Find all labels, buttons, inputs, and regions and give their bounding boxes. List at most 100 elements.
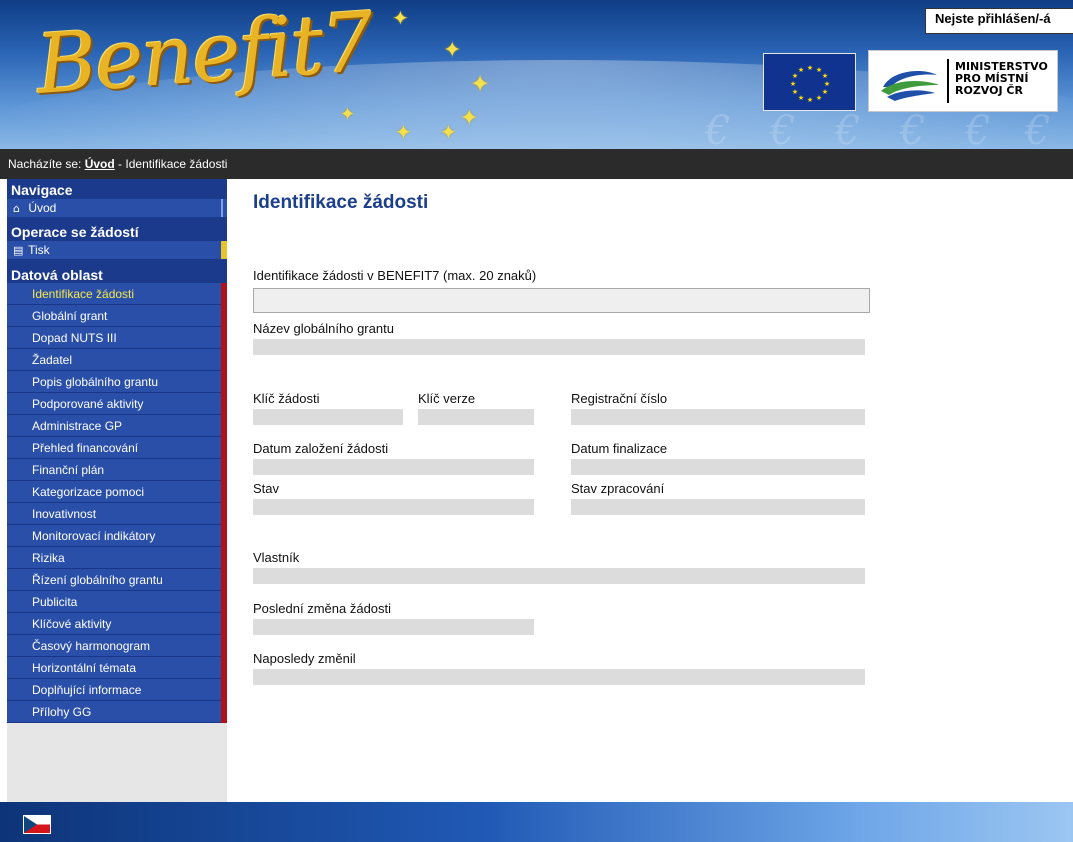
ministry-name: MINISTERSTVO PRO MÍSTNÍ ROZVOJ ČR bbox=[955, 60, 1048, 97]
svg-text:★: ★ bbox=[822, 72, 828, 80]
star-icon: ✦ bbox=[470, 70, 491, 98]
header-banner: ✦ ✦ ✦ ✦ ✦ ✦ ✦ € € € € € € Benefit7 ★ ★ ★ ★… bbox=[0, 0, 1073, 149]
star-icon: ✦ bbox=[460, 106, 479, 131]
sidebar-item-label: Kategorizace pomoci bbox=[32, 485, 145, 499]
sidebar-item-rizeni[interactable]: Řízení globálního grantu bbox=[7, 569, 227, 591]
euro-watermark-icon: € bbox=[835, 108, 861, 149]
sidebar-item-label: Monitorovací indikátory bbox=[32, 529, 156, 543]
sidebar-item-label: Klíčové aktivity bbox=[32, 617, 112, 631]
sidebar-item-home[interactable]: ⌂ Úvod bbox=[7, 199, 227, 217]
footer bbox=[0, 802, 1073, 842]
naposledy-zmenil-label: Naposledy změnil bbox=[253, 651, 356, 666]
sidebar-item-label: Dopad NUTS III bbox=[32, 331, 117, 345]
klic-zadosti-label: Klíč žádosti bbox=[253, 391, 320, 406]
svg-text:★: ★ bbox=[790, 80, 796, 88]
sidebar-item-prilohy[interactable]: Přílohy GG bbox=[7, 701, 227, 723]
breadcrumb-home-link[interactable]: Úvod bbox=[85, 157, 115, 171]
sidebar-item-identifikace[interactable]: Identifikace žádosti bbox=[7, 283, 227, 305]
vlastnik-label: Vlastník bbox=[253, 550, 300, 565]
sidebar-item-label: Administrace GP bbox=[32, 419, 123, 433]
breadcrumb: Nacházíte se: Úvod - Identifikace žádost… bbox=[0, 149, 1073, 179]
klic-verze-value bbox=[418, 409, 534, 425]
sidebar-item-popis[interactable]: Popis globálního grantu bbox=[7, 371, 227, 393]
posledni-zmena-label: Poslední změna žádosti bbox=[253, 601, 392, 616]
klic-zadosti-value bbox=[253, 409, 403, 425]
main-content: Identifikace žádosti Identifikace žádost… bbox=[227, 179, 1073, 802]
home-icon: ⌂ bbox=[13, 202, 20, 215]
klic-verze-label: Klíč verze bbox=[418, 391, 476, 406]
sidebar-section-navigace: Navigace bbox=[7, 179, 227, 199]
breadcrumb-prefix: Nacházíte se: bbox=[8, 157, 85, 171]
sidebar-item-label: Žadatel bbox=[32, 353, 73, 367]
page-title: Identifikace žádosti bbox=[253, 192, 429, 213]
star-icon: ✦ bbox=[340, 104, 356, 125]
identifikace-label: Identifikace žádosti v BENEFIT7 (max. 20… bbox=[253, 268, 537, 283]
eu-flag-logo: ★ ★ ★ ★ ★ ★ ★ ★ ★ ★ ★ ★ bbox=[763, 53, 856, 111]
sidebar-item-indikatory[interactable]: Monitorovací indikátory bbox=[7, 525, 227, 547]
sidebar-item-zadatel[interactable]: Žadatel bbox=[7, 349, 227, 371]
euro-watermark-icon: € bbox=[1025, 108, 1051, 149]
identifikace-input[interactable] bbox=[253, 288, 870, 313]
posledni-zmena-value bbox=[253, 619, 534, 635]
sidebar-item-label: Popis globálního grantu bbox=[32, 375, 159, 389]
sidebar-item-kategorizace[interactable]: Kategorizace pomoci bbox=[7, 481, 227, 503]
sidebar-item-harmonogram[interactable]: Časový harmonogram bbox=[7, 635, 227, 657]
sidebar-item-label: Podporované aktivity bbox=[32, 397, 144, 411]
euro-watermark-icon: € bbox=[770, 108, 796, 149]
sidebar-item-prehled-financovani[interactable]: Přehled financování bbox=[7, 437, 227, 459]
sidebar-item-financni-plan[interactable]: Finanční plán bbox=[7, 459, 227, 481]
sidebar-item-label: Časový harmonogram bbox=[32, 639, 151, 653]
sidebar-item-label: Identifikace žádosti bbox=[32, 287, 135, 301]
sidebar-item-globalni-grant[interactable]: Globální grant bbox=[7, 305, 227, 327]
sidebar-item-rizika[interactable]: Rizika bbox=[7, 547, 227, 569]
sidebar-item-label: Přílohy GG bbox=[32, 705, 92, 719]
sidebar-section-data: Datová oblast bbox=[7, 265, 227, 283]
sidebar-item-dopad-nuts[interactable]: Dopad NUTS III bbox=[7, 327, 227, 349]
svg-text:★: ★ bbox=[822, 88, 828, 96]
ministry-mark-icon bbox=[881, 71, 939, 101]
svg-text:★: ★ bbox=[824, 80, 830, 88]
sidebar-item-podporovane-aktivity[interactable]: Podporované aktivity bbox=[7, 393, 227, 415]
czech-flag-icon[interactable] bbox=[23, 815, 51, 834]
sidebar-item-administrace[interactable]: Administrace GP bbox=[7, 415, 227, 437]
sidebar-item-print[interactable]: ▤ Tisk bbox=[7, 241, 227, 259]
star-icon: ✦ bbox=[395, 120, 412, 144]
euro-watermark-icon: € bbox=[900, 108, 926, 149]
datum-zalozeni-value bbox=[253, 459, 534, 475]
sidebar-item-doplnujici[interactable]: Doplňující informace bbox=[7, 679, 227, 701]
euro-watermark-icon: € bbox=[705, 108, 731, 149]
euro-watermark-icon: € bbox=[965, 108, 991, 149]
sidebar-item-label: Inovativnost bbox=[32, 507, 97, 521]
naposledy-zmenil-value bbox=[253, 669, 865, 685]
sidebar-item-inovativnost[interactable]: Inovativnost bbox=[7, 503, 227, 525]
stav-value bbox=[253, 499, 534, 515]
sidebar-item-label: Tisk bbox=[28, 243, 50, 257]
datum-finalizace-value bbox=[571, 459, 865, 475]
star-icon: ✦ bbox=[440, 120, 457, 144]
svg-text:★: ★ bbox=[798, 66, 804, 74]
stav-zpracovani-value bbox=[571, 499, 865, 515]
svg-text:★: ★ bbox=[807, 64, 813, 72]
svg-text:★: ★ bbox=[798, 94, 804, 102]
sidebar-item-horizontalni-temata[interactable]: Horizontální témata bbox=[7, 657, 227, 679]
print-icon: ▤ bbox=[13, 244, 24, 257]
login-status[interactable]: Nejste přihlášen/-á bbox=[925, 8, 1073, 34]
sidebar-item-label: Publicita bbox=[32, 595, 78, 609]
svg-text:★: ★ bbox=[792, 88, 798, 96]
nazev-label: Název globálního grantu bbox=[253, 321, 394, 336]
registracni-cislo-label: Registrační číslo bbox=[571, 391, 668, 406]
ministry-logo: MINISTERSTVO PRO MÍSTNÍ ROZVOJ ČR bbox=[868, 50, 1058, 112]
svg-text:★: ★ bbox=[816, 94, 822, 102]
sidebar-item-publicita[interactable]: Publicita bbox=[7, 591, 227, 613]
sidebar-item-label: Globální grant bbox=[32, 309, 108, 323]
star-icon: ✦ bbox=[443, 38, 462, 63]
sidebar-item-klicove-aktivity[interactable]: Klíčové aktivity bbox=[7, 613, 227, 635]
sidebar-item-label: Doplňující informace bbox=[32, 683, 142, 697]
registracni-cislo-value bbox=[571, 409, 865, 425]
sidebar-item-label: Rizika bbox=[32, 551, 65, 565]
sidebar-item-label: Horizontální témata bbox=[32, 661, 137, 675]
sidebar-item-label: Úvod bbox=[28, 201, 57, 215]
stav-label: Stav bbox=[253, 481, 280, 496]
stav-zpracovani-label: Stav zpracování bbox=[571, 481, 665, 496]
star-icon: ✦ bbox=[392, 6, 409, 30]
